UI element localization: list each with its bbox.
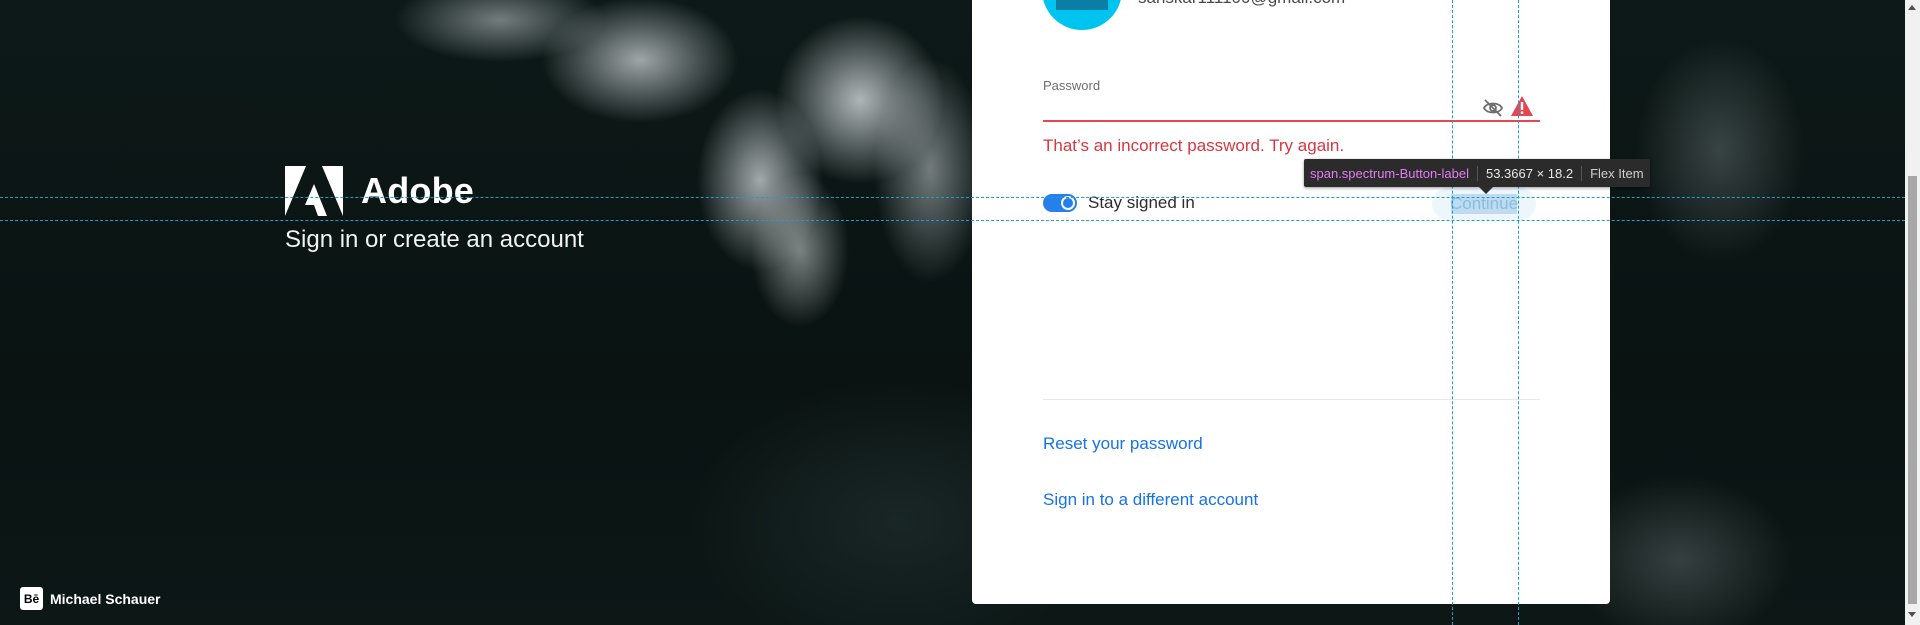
behance-credit[interactable]: Bē Michael Schauer (20, 587, 161, 610)
brand-name: Adobe (361, 170, 474, 211)
credit-author: Michael Schauer (50, 590, 161, 607)
adobe-logo-icon (285, 166, 343, 216)
page-scrollbar[interactable] (1905, 0, 1920, 625)
devtools-guide-right (1518, 0, 1519, 625)
password-error-message: That’s an incorrect password. Try again. (1043, 136, 1345, 155)
different-account-link[interactable]: Sign in to a different account (1043, 490, 1258, 510)
tooltip-type: Flex Item (1581, 165, 1644, 181)
password-label: Password (1043, 78, 1101, 93)
reset-password-link[interactable]: Reset your password (1043, 434, 1203, 454)
scroll-up-icon[interactable] (1908, 5, 1916, 10)
toggle-knob (1061, 196, 1075, 210)
brand-subtitle: Sign in or create an account (285, 226, 584, 253)
ocean-background (0, 0, 1920, 625)
stay-signed-in-label: Stay signed in (1088, 193, 1195, 212)
hide-password-icon[interactable] (1482, 98, 1504, 118)
avatar-person-icon (1056, 0, 1108, 10)
devtools-guide-top (0, 197, 1905, 198)
devtools-guide-left (1452, 0, 1453, 625)
divider (1043, 399, 1540, 400)
behance-icon: Bē (20, 587, 43, 610)
warning-icon (1511, 96, 1533, 116)
brand-row: Adobe (285, 166, 584, 216)
tooltip-selector: span.spectrum-Button-label (1310, 165, 1469, 181)
password-input[interactable] (1043, 94, 1540, 122)
sign-in-card: sanskar111100@gmail.com Password That’s … (972, 0, 1610, 604)
account-email: sanskar111100@gmail.com (1138, 0, 1345, 8)
devtools-guide-bottom (0, 220, 1905, 221)
tooltip-dimensions: 53.3667 × 18.2 (1476, 165, 1581, 181)
scroll-down-icon[interactable] (1908, 612, 1916, 617)
tooltip-arrow (1479, 187, 1493, 194)
avatar (1042, 0, 1122, 30)
brand-block: Adobe Sign in or create an account (285, 166, 584, 254)
scroll-thumb[interactable] (1908, 176, 1917, 604)
devtools-tooltip: span.spectrum-Button-label 53.3667 × 18.… (1304, 159, 1650, 187)
